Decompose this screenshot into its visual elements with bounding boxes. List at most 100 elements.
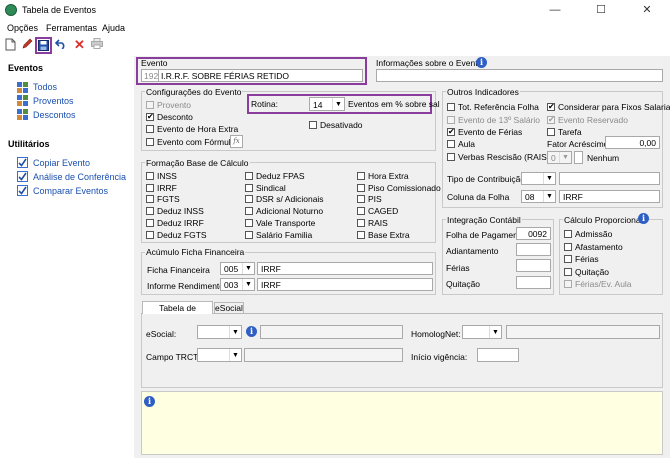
calculo-checkbox[interactable] [564, 230, 572, 238]
formacao-checkbox[interactable] [357, 207, 365, 216]
menu-opcoes[interactable]: Opções [7, 23, 38, 33]
quitacao-contabil-input[interactable] [516, 276, 551, 289]
chevron-down-icon[interactable]: ▼ [543, 173, 555, 184]
reservado-label: Evento Reservado [558, 115, 628, 125]
edit-icon[interactable] [19, 38, 34, 53]
close-button[interactable]: ✕ [624, 0, 670, 21]
tipo-contrib-desc [559, 172, 660, 185]
formacao-checkbox[interactable] [146, 207, 154, 216]
formacao-checkbox[interactable] [146, 195, 154, 204]
calculo-checkbox[interactable] [564, 242, 572, 251]
considerar-checkbox[interactable] [547, 102, 555, 112]
chevron-down-icon[interactable]: ▼ [489, 326, 501, 338]
maximize-button[interactable]: ☐ [578, 0, 624, 21]
decimo-checkbox[interactable] [447, 116, 455, 124]
campo-trct-combo[interactable]: ▼ [197, 348, 242, 362]
desconto-checkbox[interactable] [146, 112, 154, 122]
tipo-contrib-combo[interactable]: ▼ [521, 172, 556, 185]
sidebar-item-todos[interactable]: Todos [33, 82, 57, 92]
sidebar-item-copiar-evento[interactable]: Copiar Evento [33, 158, 90, 168]
hora-extra-checkbox[interactable] [146, 125, 154, 133]
save-icon[interactable] [35, 37, 52, 54]
ferias-checkbox[interactable] [447, 127, 455, 137]
reservado-checkbox[interactable] [547, 115, 555, 125]
print-icon[interactable] [89, 38, 104, 53]
chevron-down-icon[interactable]: ▼ [559, 152, 571, 163]
chevron-down-icon[interactable]: ▼ [543, 191, 555, 202]
verbas-checkbox[interactable] [447, 153, 455, 161]
formacao-checkbox[interactable] [146, 183, 154, 192]
formacao-checkbox[interactable] [245, 195, 253, 204]
calculo-checkbox[interactable] [564, 255, 572, 263]
tot-ref-checkbox[interactable] [447, 103, 455, 111]
formacao-checkbox[interactable] [357, 230, 365, 239]
formacao-label: RAIS [368, 217, 388, 228]
info-panel [141, 391, 663, 455]
folha-input[interactable]: 0092 [516, 227, 551, 240]
menu-ajuda[interactable]: Ajuda [102, 23, 125, 33]
sidebar-item-comparar-eventos[interactable]: Comparar Eventos [33, 186, 108, 196]
chevron-down-icon[interactable]: ▼ [229, 326, 241, 338]
formacao-checkbox[interactable] [245, 172, 253, 180]
formacao-checkbox[interactable] [146, 230, 154, 239]
info-icon[interactable]: i [638, 213, 649, 224]
rotina-combo[interactable]: 14 ▼ [309, 97, 345, 111]
chevron-down-icon[interactable]: ▼ [332, 98, 344, 110]
ficha-combo[interactable]: 005 ▼ [220, 262, 255, 275]
adiantamento-input[interactable] [516, 243, 551, 256]
formacao-label: Hora Extra [368, 171, 409, 181]
provento-label: Provento [157, 100, 192, 110]
coluna-combo[interactable]: 08 ▼ [521, 190, 556, 203]
fator-input[interactable]: 0,00 [605, 136, 660, 149]
menu-ferramentas[interactable]: Ferramentas [46, 23, 97, 33]
ferias-contabil-input[interactable] [516, 259, 551, 272]
esocial-combo[interactable]: ▼ [197, 325, 242, 339]
formacao-checkbox[interactable] [245, 207, 253, 216]
info-icon[interactable]: i [476, 57, 487, 68]
sidebar-item-proventos[interactable]: Proventos [33, 96, 74, 106]
chevron-down-icon[interactable]: ▼ [242, 279, 254, 290]
desativado-checkbox[interactable] [309, 121, 317, 129]
formacao-checkbox[interactable] [357, 218, 365, 227]
verbas-combo[interactable]: 0 ▼ [547, 151, 572, 164]
tab-esocial[interactable]: eSocial [214, 302, 244, 313]
desconto-label: Desconto [157, 112, 193, 122]
ficha-code: 005 [224, 264, 239, 274]
delete-icon[interactable]: ✕ [72, 38, 87, 53]
calculo-checkbox[interactable] [564, 267, 572, 276]
aula-checkbox[interactable] [447, 140, 455, 148]
formacao-checkbox[interactable] [245, 230, 253, 239]
evento-divider [158, 69, 159, 82]
tab-tabela-rubricas[interactable]: Tabela de Rubricas [142, 301, 213, 325]
sidebar-item-analise-conferencia[interactable]: Análise de Conferência [33, 172, 126, 182]
formacao-checkbox[interactable] [245, 183, 253, 192]
tipo-contrib-label: Tipo de Contribuição [447, 174, 526, 184]
formacao-checkbox[interactable] [357, 183, 365, 192]
formacao-label: INSS [157, 171, 177, 181]
homolognet-combo[interactable]: ▼ [462, 325, 502, 339]
informe-combo[interactable]: 003 ▼ [220, 278, 255, 291]
info-evento-field[interactable] [376, 69, 663, 82]
formacao-checkbox[interactable] [146, 172, 154, 180]
provento-checkbox[interactable] [146, 101, 154, 109]
formacao-checkbox[interactable] [357, 195, 365, 204]
formacao-label: Adicional Noturno [256, 206, 324, 217]
info-icon[interactable]: i [246, 326, 257, 337]
calculo-checkbox[interactable] [564, 280, 572, 288]
events-list-icon [17, 95, 28, 106]
formacao-checkbox[interactable] [357, 172, 365, 180]
sidebar-item-descontos[interactable]: Descontos [33, 110, 76, 120]
tarefa-checkbox[interactable] [547, 128, 555, 136]
undo-icon[interactable] [53, 38, 68, 53]
inicio-vigencia-input[interactable] [477, 348, 519, 362]
new-file-icon[interactable] [3, 38, 18, 53]
formacao-checkbox[interactable] [245, 218, 253, 227]
formacao-checkbox[interactable] [146, 218, 154, 227]
formula-checkbox[interactable] [146, 138, 154, 146]
chevron-down-icon[interactable]: ▼ [242, 263, 254, 274]
campo-trct-desc [244, 348, 403, 362]
minimize-button[interactable]: — [532, 0, 578, 21]
formula-fx-button[interactable]: fx [230, 135, 243, 148]
chevron-down-icon[interactable]: ▼ [229, 349, 241, 361]
evento-label: Evento [141, 58, 168, 68]
